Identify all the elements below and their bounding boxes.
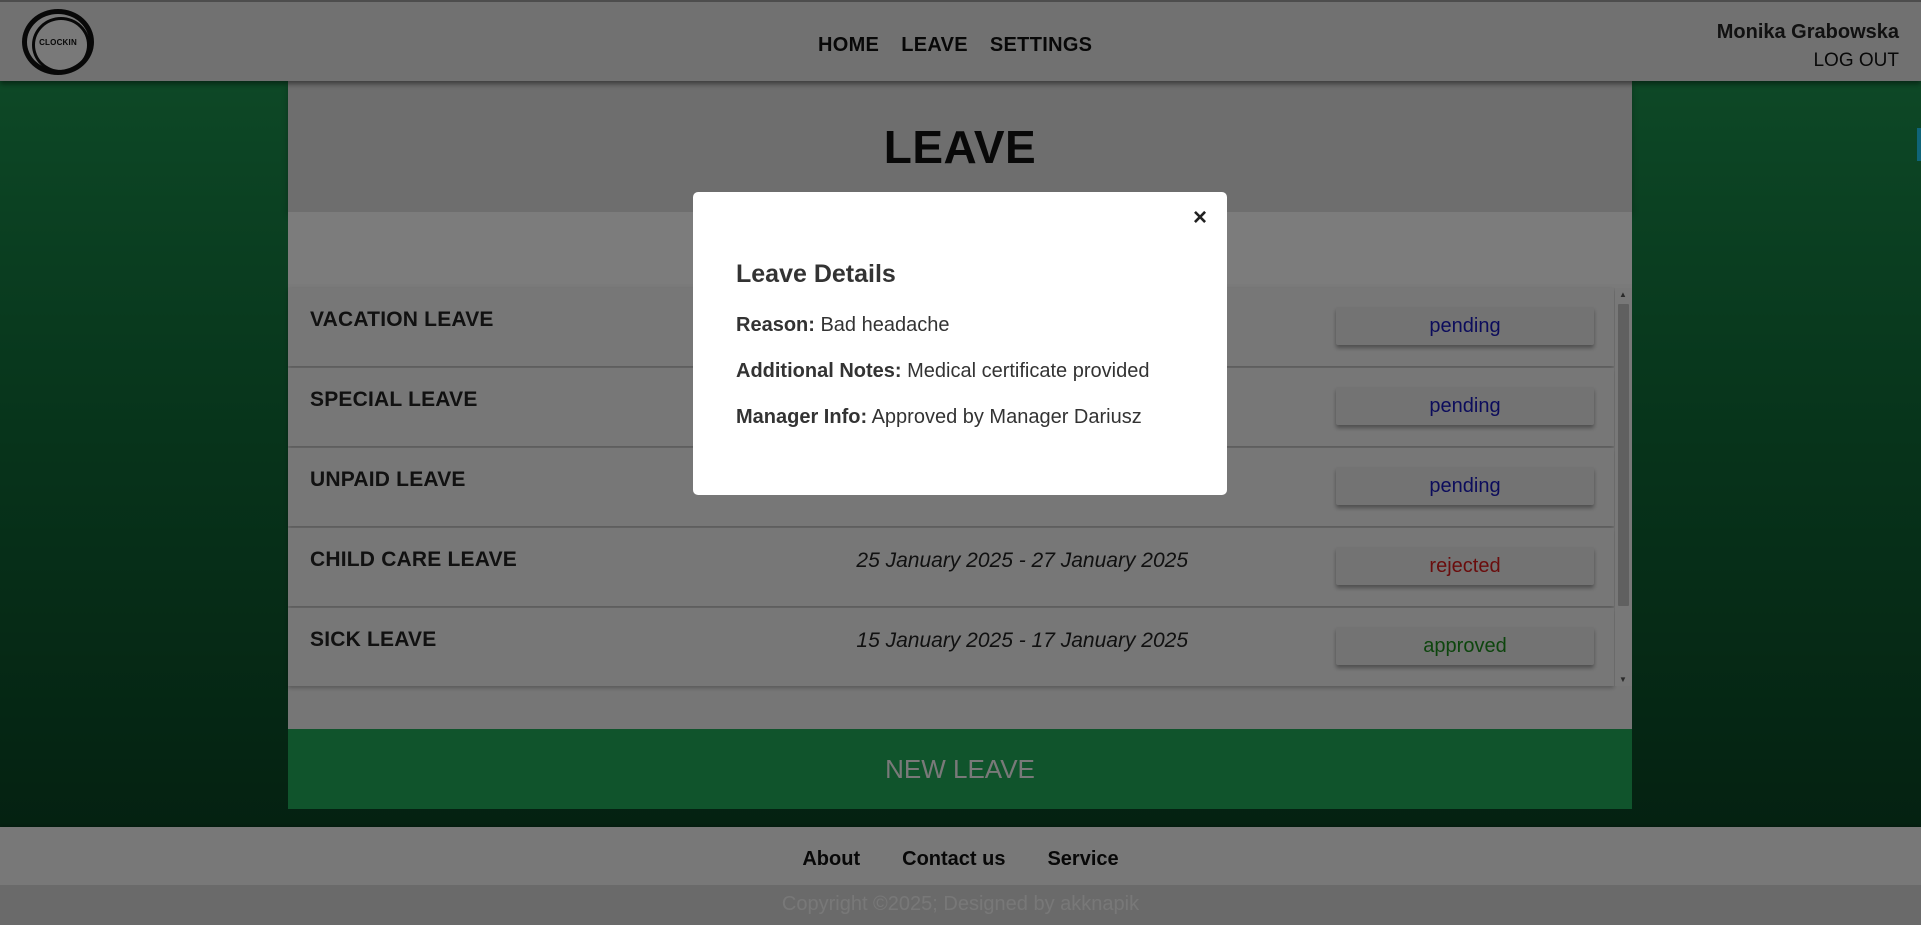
notes-value: Medical certificate provided: [907, 360, 1150, 382]
manager-line: Manager Info: Approved by Manager Darius…: [736, 406, 1142, 429]
reason-label: Reason:: [736, 314, 815, 336]
manager-label: Manager Info:: [736, 406, 868, 428]
manager-value: Approved by Manager Dariusz: [871, 406, 1142, 428]
reason-line: Reason: Bad headache: [736, 314, 949, 337]
notes-line: Additional Notes: Medical certificate pr…: [736, 360, 1149, 383]
reason-value: Bad headache: [820, 314, 950, 336]
modal-title: Leave Details: [736, 260, 896, 288]
close-icon[interactable]: ×: [1193, 206, 1207, 230]
leave-details-modal: × Leave Details Reason: Bad headache Add…: [693, 192, 1227, 495]
notes-label: Additional Notes:: [736, 360, 902, 382]
